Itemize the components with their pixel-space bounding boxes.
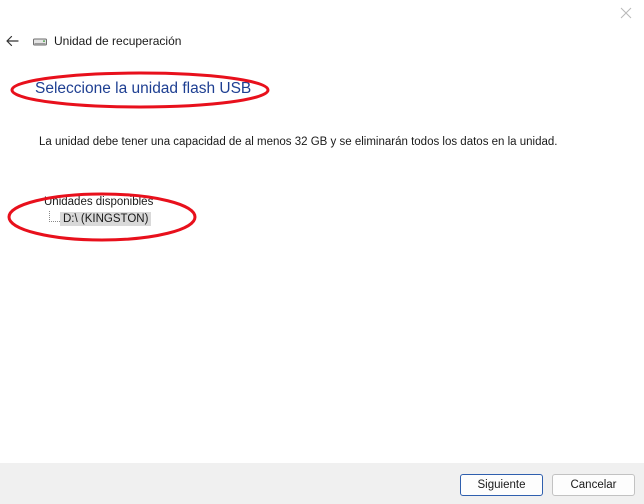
back-arrow-icon — [6, 35, 19, 47]
drive-list-item[interactable]: D:\ (KINGSTON) — [60, 212, 152, 226]
title-bar: Unidad de recuperación — [0, 28, 600, 54]
available-drives-label: Unidades disponibles — [44, 196, 154, 208]
recovery-drive-window: Unidad de recuperación Seleccione la uni… — [0, 0, 644, 504]
close-icon — [620, 7, 632, 19]
close-button[interactable] — [608, 0, 644, 26]
drive-icon — [33, 38, 47, 46]
window-title: Unidad de recuperación — [54, 34, 182, 48]
tree-connector-line — [49, 211, 60, 222]
page-title: Seleccione la unidad flash USB — [35, 80, 252, 97]
cancel-button[interactable]: Cancelar — [552, 474, 635, 496]
next-button[interactable]: Siguiente — [460, 474, 543, 496]
description-text: La unidad debe tener una capacidad de al… — [39, 136, 558, 148]
back-button[interactable] — [2, 30, 22, 52]
dialog-footer: Siguiente Cancelar — [0, 463, 644, 504]
